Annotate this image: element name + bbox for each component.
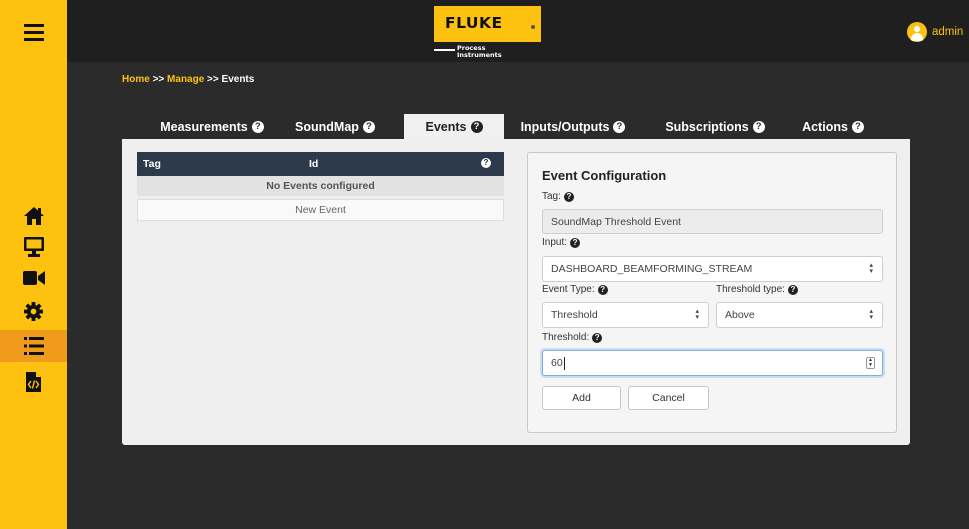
user-name: admin	[932, 26, 964, 38]
sidebar	[0, 0, 67, 529]
empty-message: No Events configured	[137, 176, 504, 196]
table-header: Tag Id ?	[137, 152, 504, 176]
help-icon[interactable]: ?	[787, 284, 798, 295]
threshold-input[interactable]: 60 ▲ ▼	[542, 350, 883, 376]
new-event-button[interactable]: New Event	[137, 199, 504, 221]
events-table: Tag Id ? No Events configured New Event	[137, 152, 504, 221]
help-icon: ?	[851, 120, 864, 133]
event-type-select[interactable]: Threshold ▴ ▾	[542, 302, 709, 328]
input-label: Input:?	[542, 237, 581, 248]
help-icon[interactable]: ?	[563, 191, 574, 202]
event-type-label: Event Type:?	[542, 284, 608, 295]
select-arrows-icon: ▴ ▾	[695, 308, 699, 321]
user-menu[interactable]: admin	[907, 22, 969, 42]
fluke-logo[interactable]: FLUKE Process Instruments	[434, 6, 541, 60]
home-icon	[23, 207, 44, 225]
tab-bar: Measurements? SoundMap? Events? Inputs/O…	[122, 114, 910, 139]
help-icon[interactable]: ?	[481, 158, 491, 168]
add-button[interactable]: Add	[542, 386, 621, 410]
help-icon[interactable]: ?	[597, 284, 608, 295]
threshold-type-label: Threshold type:?	[716, 284, 798, 295]
tab-soundmap[interactable]: SoundMap?	[282, 114, 388, 139]
breadcrumb-manage[interactable]: Manage	[167, 74, 204, 85]
menu-button[interactable]	[0, 17, 67, 47]
column-id[interactable]: Id	[309, 158, 318, 170]
help-icon[interactable]: ?	[570, 237, 581, 248]
video-camera-icon	[22, 271, 45, 285]
tab-measurements[interactable]: Measurements?	[152, 114, 272, 139]
help-icon[interactable]: ?	[592, 332, 603, 343]
sidebar-item-home[interactable]	[0, 203, 67, 229]
select-arrows-icon: ▴ ▾	[869, 308, 873, 321]
sidebar-item-api[interactable]	[0, 368, 67, 396]
threshold-label: Threshold:?	[542, 332, 603, 343]
select-arrows-icon: ▴ ▾	[869, 262, 873, 275]
tab-inputs-outputs[interactable]: Inputs/Outputs?	[518, 114, 628, 139]
help-icon: ?	[752, 120, 765, 133]
breadcrumb-home[interactable]: Home	[122, 74, 150, 85]
form-title: Event Configuration	[542, 168, 667, 183]
list-icon	[23, 337, 44, 355]
menu-icon	[23, 23, 44, 41]
top-bar: FLUKE Process Instruments admin	[67, 0, 969, 62]
tab-events[interactable]: Events?	[404, 114, 504, 139]
tab-actions[interactable]: Actions?	[798, 114, 868, 139]
events-panel: Tag Id ? No Events configured New Event …	[122, 139, 910, 445]
input-select[interactable]: DASHBOARD_BEAMFORMING_STREAM ▴ ▾	[542, 256, 883, 282]
help-icon: ?	[470, 120, 483, 133]
help-icon: ?	[362, 120, 375, 133]
threshold-type-select[interactable]: Above ▴ ▾	[716, 302, 883, 328]
tag-label: Tag:?	[542, 191, 574, 202]
number-spinner-icon[interactable]: ▲ ▼	[866, 357, 875, 369]
user-avatar-icon	[907, 22, 927, 42]
breadcrumb-current: Events	[221, 74, 255, 85]
tab-subscriptions[interactable]: Subscriptions?	[662, 114, 768, 139]
monitor-icon	[23, 237, 44, 257]
sidebar-item-monitor[interactable]	[0, 233, 67, 261]
sidebar-item-video[interactable]	[0, 266, 67, 290]
cancel-button[interactable]: Cancel	[628, 386, 709, 410]
tag-field[interactable]: SoundMap Threshold Event	[542, 209, 883, 234]
sidebar-item-settings[interactable]	[0, 298, 67, 324]
text-cursor	[563, 356, 565, 370]
breadcrumb: Home >> Manage >> Events	[122, 74, 255, 85]
help-icon: ?	[613, 120, 626, 133]
gear-icon	[24, 301, 43, 321]
help-icon: ?	[251, 120, 264, 133]
sidebar-item-manage[interactable]	[0, 330, 67, 362]
code-file-icon	[26, 372, 41, 392]
event-configuration-form: Event Configuration Tag:? SoundMap Thres…	[527, 152, 897, 433]
column-tag[interactable]: Tag	[143, 158, 161, 170]
